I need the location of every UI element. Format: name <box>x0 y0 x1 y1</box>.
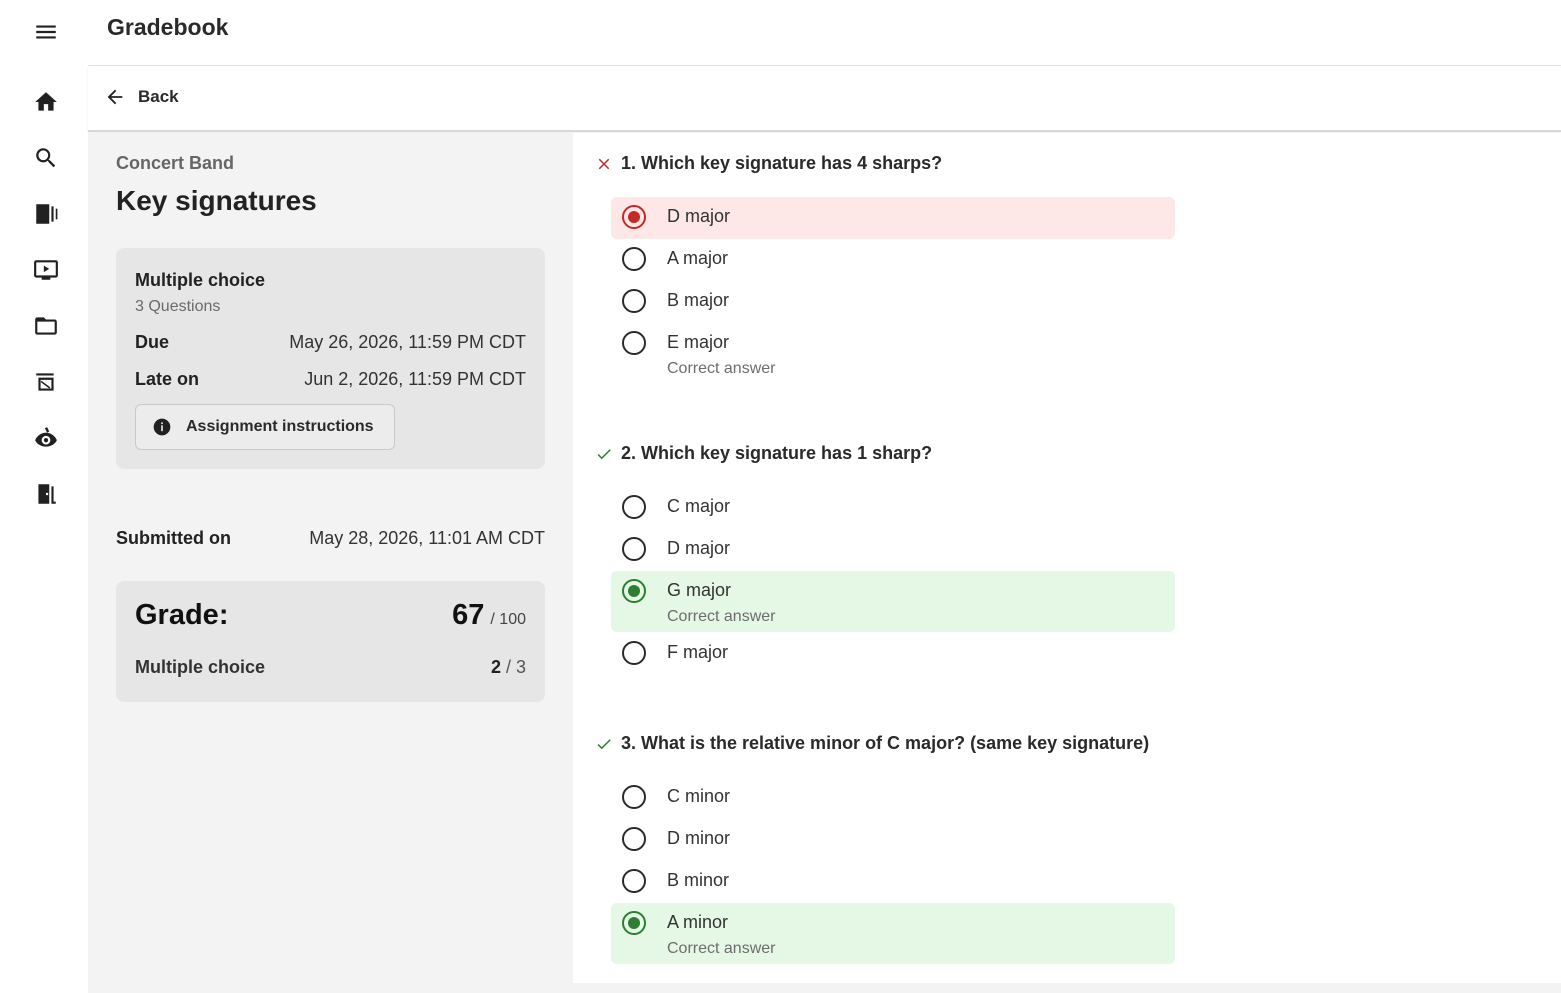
q1-option-1[interactable]: D major <box>611 197 1175 239</box>
question-count: 3 Questions <box>135 298 221 315</box>
app-title: Gradebook <box>107 14 229 40</box>
library-icon[interactable] <box>32 200 60 228</box>
assignment-title: Key signatures <box>116 185 317 216</box>
assignment-summary-panel: Concert Band Key signatures Multiple cho… <box>88 133 573 993</box>
q2-option-3-radio[interactable] <box>622 579 646 603</box>
question-3-text: 3. What is the relative minor of C major… <box>621 733 1150 753</box>
late-row: Late on Jun 2, 2026, 11:59 PM CDT <box>135 369 526 390</box>
arrow-left-icon <box>107 89 123 105</box>
assignment-icon[interactable] <box>32 368 60 396</box>
q3-option-4[interactable]: A minor Correct answer <box>611 903 1175 964</box>
questions-panel: 1. Which key signature has 4 sharps? D m… <box>573 133 1561 983</box>
question-1-text: 1. Which key signature has 4 sharps? <box>621 153 943 173</box>
bottom-strip <box>573 983 1561 993</box>
grade-value: 67 <box>452 599 485 631</box>
q1-option-2-label: A major <box>667 248 729 268</box>
q3-option-1-label: C minor <box>667 786 731 806</box>
assignment-instructions-label: Assignment instructions <box>186 418 374 435</box>
top-app-bar: Gradebook <box>88 0 1561 66</box>
back-label: Back <box>138 87 179 106</box>
grade-section-total: / 3 <box>505 657 526 677</box>
submitted-value: May 28, 2026, 11:01 AM CDT <box>309 528 545 548</box>
q2-option-4-radio[interactable] <box>622 641 646 665</box>
q1-option-2[interactable]: A major <box>611 239 1175 281</box>
home-icon[interactable] <box>32 88 60 116</box>
correct-answer-note: Correct answer <box>667 608 776 625</box>
nav-rail <box>0 0 88 993</box>
check-icon <box>597 448 611 459</box>
folder-icon[interactable] <box>32 312 60 340</box>
q2-option-1[interactable]: C major <box>611 487 1175 529</box>
late-value: Jun 2, 2026, 11:59 PM CDT <box>304 369 526 389</box>
check-icon <box>597 738 611 749</box>
question-2-heading: 2. Which key signature has 1 sharp? <box>595 443 932 464</box>
question-2-text: 2. Which key signature has 1 sharp? <box>621 443 933 463</box>
grade-label: Grade: <box>135 599 229 631</box>
q3-option-3[interactable]: B minor <box>611 861 1175 903</box>
q3-option-4-label: A minor <box>667 912 729 932</box>
assignment-info-card: Multiple choice 3 Questions Due May 26, … <box>116 248 545 469</box>
grade-out-of: / 100 <box>490 611 526 628</box>
q3-option-3-radio[interactable] <box>622 869 646 893</box>
info-icon <box>153 418 171 436</box>
q1-option-4-label: E major <box>667 332 730 352</box>
correct-answer-note: Correct answer <box>667 940 776 957</box>
q2-option-2-radio[interactable] <box>622 537 646 561</box>
x-icon <box>598 158 610 169</box>
q1-option-3[interactable]: B major <box>611 281 1175 323</box>
assignment-type: Multiple choice <box>135 270 266 290</box>
q2-option-3-label: G major <box>667 580 732 600</box>
due-value: May 26, 2026, 11:59 PM CDT <box>289 332 526 352</box>
question-3-heading: 3. What is the relative minor of C major… <box>595 733 1149 754</box>
grade-card: Grade: 67 / 100 Multiple choice 2 / 3 <box>116 581 545 702</box>
q2-option-4-label: F major <box>667 642 729 662</box>
q2-option-1-radio[interactable] <box>622 495 646 519</box>
grade-section-value: 2 <box>490 657 501 677</box>
course-name: Concert Band <box>116 153 235 173</box>
menu-icon[interactable] <box>32 18 60 46</box>
q2-option-2[interactable]: D major <box>611 529 1175 571</box>
q1-option-1-radio[interactable] <box>622 205 646 229</box>
submitted-label: Submitted on <box>116 528 231 548</box>
due-label: Due <box>135 332 170 352</box>
assignment-instructions-button[interactable]: Assignment instructions <box>135 404 395 450</box>
q1-option-2-radio[interactable] <box>622 247 646 271</box>
q3-option-2-radio[interactable] <box>622 827 646 851</box>
q1-option-4-radio[interactable] <box>622 331 646 355</box>
q2-option-2-label: D major <box>667 538 731 558</box>
late-label: Late on <box>135 369 200 389</box>
eye-icon[interactable] <box>32 424 60 452</box>
submitted-row: Submitted on May 28, 2026, 11:01 AM CDT <box>116 528 545 549</box>
q3-option-2-label: D minor <box>667 828 731 848</box>
q2-option-4[interactable]: F major <box>611 633 1175 675</box>
video-icon[interactable] <box>32 256 60 284</box>
q2-option-1-label: C major <box>667 496 731 516</box>
q3-option-1-radio[interactable] <box>622 785 646 809</box>
q1-option-3-radio[interactable] <box>622 289 646 313</box>
q1-option-1-label: D major <box>667 206 731 226</box>
q3-option-2[interactable]: D minor <box>611 819 1175 861</box>
grade-section-label: Multiple choice <box>135 657 266 677</box>
q3-option-4-radio[interactable] <box>622 911 646 935</box>
q1-option-3-label: B major <box>667 290 730 310</box>
back-bar: Back <box>88 66 1561 132</box>
exit-icon[interactable] <box>32 480 60 508</box>
q3-option-1[interactable]: C minor <box>611 777 1175 819</box>
search-icon[interactable] <box>32 144 60 172</box>
correct-answer-note: Correct answer <box>667 360 776 377</box>
grade-section-score: 2 / 3 <box>491 657 526 678</box>
q1-option-4[interactable]: E major Correct answer <box>611 323 1175 385</box>
grade-score: 67 / 100 <box>452 599 526 632</box>
question-1-heading: 1. Which key signature has 4 sharps? <box>595 153 942 174</box>
q3-option-3-label: B minor <box>667 870 730 890</box>
due-row: Due May 26, 2026, 11:59 PM CDT <box>135 332 526 353</box>
q2-option-3[interactable]: G major Correct answer <box>611 571 1175 632</box>
back-button[interactable]: Back <box>104 86 179 108</box>
